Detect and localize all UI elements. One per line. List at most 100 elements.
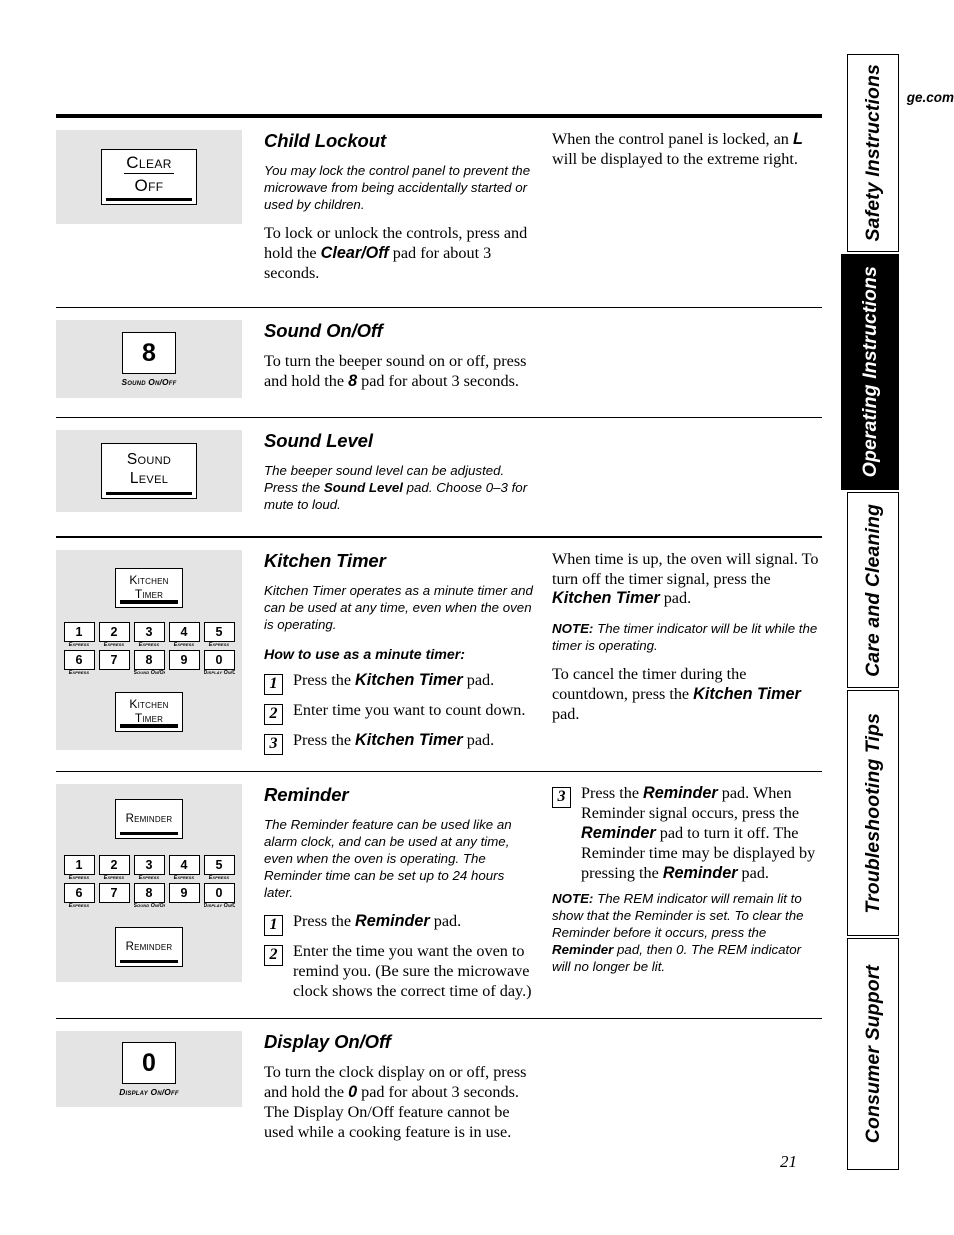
keypad-key-2[interactable]: 2 Express xyxy=(98,621,130,650)
sound-level-pad[interactable]: Sound Level xyxy=(101,443,197,500)
keypad-key-1[interactable]: 1 Express xyxy=(63,854,95,883)
emphasis: NOTE: xyxy=(552,890,594,906)
pad-underbar xyxy=(120,831,178,835)
body-paragraph: NOTE: The REM indicator will remain lit … xyxy=(552,890,804,974)
emphasis: Clear/Off xyxy=(320,243,389,262)
step-text: Press the Kitchen Timer pad. xyxy=(293,730,495,749)
step-item: 2 Enter time you want to count down. xyxy=(264,701,536,725)
section-title: Child Lockout xyxy=(264,130,387,151)
section-child-lockout: Clear Off Child Lockout You may lock the co… xyxy=(56,118,822,307)
keypad-key-caption: Sound On/Off xyxy=(133,902,165,909)
kitchen-timer-pad-bottom[interactable]: Kitchen Timer xyxy=(115,691,183,732)
keypad-key-1[interactable]: 1 Express xyxy=(63,621,95,650)
section-columns: Display On/Off To turn the clock display … xyxy=(242,1031,822,1154)
section-column-right: 3 Press the Reminder pad. When Reminder s… xyxy=(552,784,822,1008)
keypad-key-digit: 5 xyxy=(203,854,235,875)
keypad-key-caption: Express xyxy=(103,874,125,881)
keypad-key-7[interactable]: 7 xyxy=(98,882,130,911)
section-column-middle: Sound On/Off To turn the beeper sound on … xyxy=(264,320,552,403)
keypad-key-6[interactable]: 6 Express xyxy=(63,882,95,911)
section-column-right: When the control panel is locked, an L w… xyxy=(552,130,822,295)
step-number: 1 xyxy=(264,673,283,695)
keypad-key-digit: 0 xyxy=(203,882,235,903)
section-illustration: Kitchen Timer 1 Express 2 Express 3 Express 4 Exp… xyxy=(56,549,242,750)
digit-pad-caption: Sound On/Off xyxy=(121,376,177,387)
section-title: Sound On/Off xyxy=(264,320,383,342)
keypad-key-8[interactable]: 8Sound On/Off xyxy=(133,649,165,678)
digit-pad-8[interactable]: 8 xyxy=(122,331,176,374)
keypad-key-caption: Express xyxy=(103,641,125,648)
step-item: 1 Press the Kitchen Timer pad. xyxy=(264,671,536,695)
keypad-key-9[interactable]: 9 xyxy=(168,882,200,911)
emphasis: Kitchen Timer xyxy=(552,589,660,608)
section-columns: Sound On/Off To turn the beeper sound on … xyxy=(242,320,822,403)
keypad-key-digit: 2 xyxy=(98,854,130,875)
emphasis: Kitchen Timer xyxy=(693,685,801,704)
keypad-key-5[interactable]: 5 Express xyxy=(203,621,235,650)
keypad-key-digit: 9 xyxy=(168,882,200,903)
reminder-pad-bottom[interactable]: Reminder xyxy=(115,926,183,967)
sound-level-line2: Level xyxy=(129,470,169,488)
keypad-key-3[interactable]: 3 Express xyxy=(133,854,165,883)
keypad-key-caption xyxy=(169,903,200,911)
step-text: Enter time you want to count down. xyxy=(293,700,526,719)
step-text: Press the Reminder pad. xyxy=(293,912,462,931)
keypad-key-8[interactable]: 8Sound On/Off xyxy=(133,882,165,911)
emphasis: Sound Level xyxy=(323,480,403,496)
side-tab-consumer-support[interactable]: Consumer Support xyxy=(847,938,899,1170)
step-item: 3 Press the Reminder pad. When Reminder s… xyxy=(552,784,822,884)
step-number: 1 xyxy=(264,915,283,937)
side-tab-label: Operating Instructions xyxy=(858,266,881,478)
keypad-key-caption: Express xyxy=(173,641,195,648)
reminder-top-label: Reminder xyxy=(125,812,173,825)
section-columns: Sound Level The beeper sound level can be… xyxy=(242,430,822,524)
number-keypad: 1 Express 2 Express 3 Express 4 Express 5 Express… xyxy=(63,854,235,911)
content-area: Clear Off Child Lockout You may lock the co… xyxy=(56,118,822,1164)
keypad-key-caption: Sound On/Off xyxy=(133,669,165,676)
keypad-key-7[interactable]: 7 xyxy=(98,649,130,678)
side-tab-strip: Safety Instructions Operating Instruction… xyxy=(841,54,899,1170)
keypad-key-5[interactable]: 5 Express xyxy=(203,854,235,883)
section-columns: Reminder The Reminder feature can be used… xyxy=(242,784,822,1008)
section-sound-level: Sound Level Sound Level The beeper sound le… xyxy=(56,418,822,536)
pad-underbar xyxy=(106,197,192,201)
keypad-key-3[interactable]: 3 Express xyxy=(133,621,165,650)
keypad-key-caption: Express xyxy=(68,874,90,881)
keypad-key-caption: Express xyxy=(68,902,90,909)
keypad-key-digit: 3 xyxy=(133,854,165,875)
pad-underbar xyxy=(120,724,178,728)
keypad-key-2[interactable]: 2 Express xyxy=(98,854,130,883)
keypad-key-digit: 9 xyxy=(168,649,200,670)
section-subhead: How to use as a minute timer: xyxy=(264,646,466,663)
clear-off-pad[interactable]: Clear Off xyxy=(101,149,197,205)
section-sound-on-off: 8 Sound On/Off Sound On/Off To turn the bee… xyxy=(56,308,822,417)
reminder-pad-top[interactable]: Reminder xyxy=(115,798,183,839)
kitchen-timer-top-line1: Kitchen xyxy=(129,572,169,587)
section-illustration: Sound Level xyxy=(56,430,242,513)
body-paragraph: The Reminder feature can be used like an… xyxy=(264,816,512,900)
side-tab-label: Consumer Support xyxy=(861,964,884,1144)
digit-pad-0[interactable]: 0 xyxy=(121,1041,176,1084)
pad-underbar xyxy=(106,492,192,496)
side-tab-safety-instructions[interactable]: Safety Instructions xyxy=(847,54,899,252)
keypad-key-0[interactable]: 0Display On/Off xyxy=(203,882,235,911)
section-column-middle: Sound Level The beeper sound level can be… xyxy=(264,430,552,524)
keypad-key-9[interactable]: 9 xyxy=(168,649,200,678)
side-tab-troubleshooting-tips[interactable]: Troubleshooting Tips xyxy=(847,690,899,936)
section-column-right xyxy=(552,430,822,524)
keypad-key-digit: 1 xyxy=(63,621,95,642)
emphasis: Kitchen Timer xyxy=(355,670,463,689)
keypad-key-4[interactable]: 4 Express xyxy=(168,621,200,650)
kitchen-timer-pad-top[interactable]: Kitchen Timer xyxy=(115,567,183,608)
section-kitchen-timer: Kitchen Timer 1 Express 2 Express 3 Express 4 Exp… xyxy=(56,538,822,771)
keypad-key-6[interactable]: 6 Express xyxy=(63,649,95,678)
side-tab-operating-instructions[interactable]: Operating Instructions xyxy=(841,254,899,490)
page-number: 21 xyxy=(780,1152,797,1171)
side-tab-care-and-cleaning[interactable]: Care and Cleaning xyxy=(847,492,899,688)
digit-pad-wrap: 0 Display On/Off xyxy=(119,1041,179,1097)
body-paragraph: To lock or unlock the controls, press an… xyxy=(264,224,528,282)
keypad-key-0[interactable]: 0Display On/Off xyxy=(203,649,235,678)
keypad-key-digit: 8 xyxy=(133,649,165,670)
keypad-key-4[interactable]: 4 Express xyxy=(168,854,200,883)
section-illustration: Reminder 1 Express 2 Express 3 Express 4 Express… xyxy=(56,783,242,982)
